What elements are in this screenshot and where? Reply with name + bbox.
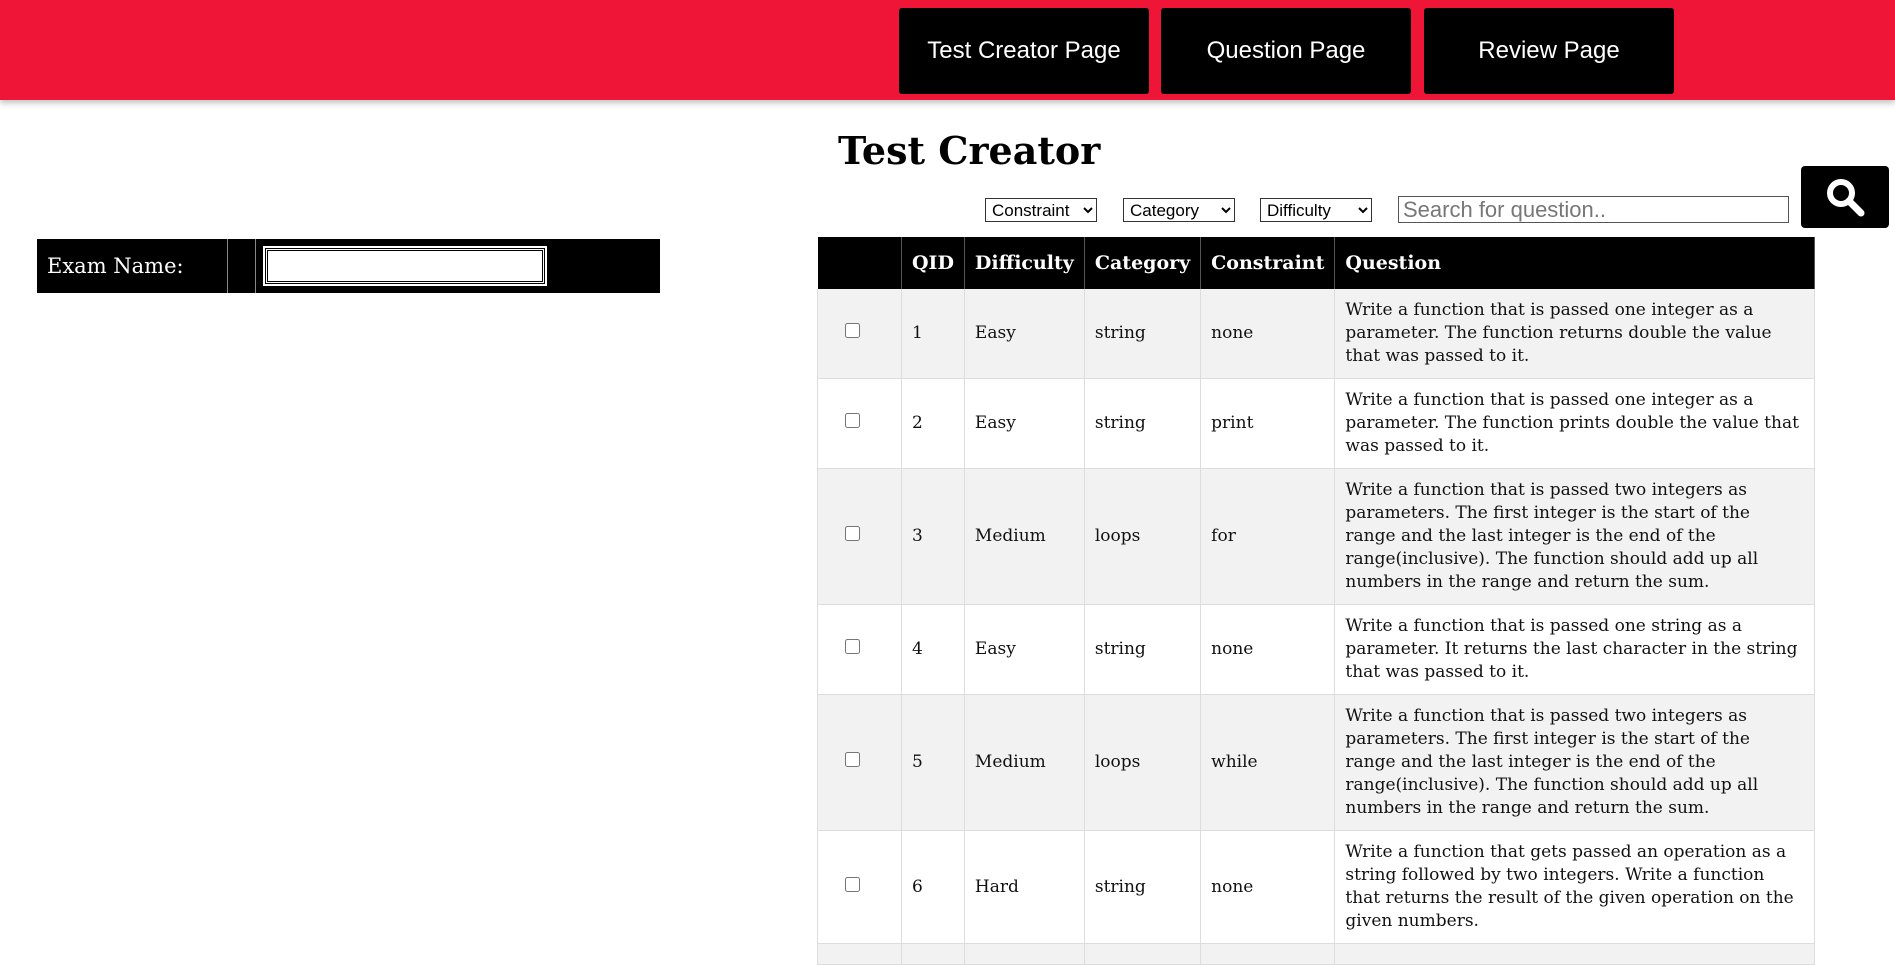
nav-review-page-button[interactable]: Review Page [1424,8,1674,94]
constraint-cell: none [1200,604,1336,695]
nav-question-page-button[interactable]: Question Page [1161,8,1411,94]
question-select-checkbox[interactable] [845,876,860,892]
question-select-checkbox[interactable] [845,752,860,767]
category-filter-select[interactable]: Category [1123,198,1235,222]
constraint-filter-select[interactable]: Constraint [985,198,1097,222]
nav-test-creator-button[interactable]: Test Creator Page [899,8,1149,94]
constraint-cell: none [1200,289,1336,379]
constraint-cell [1200,943,1336,965]
qid-cell: 2 [901,378,965,469]
question-select-checkbox[interactable] [845,639,860,654]
divider [255,239,256,293]
difficulty-cell: Easy [963,604,1085,695]
question-cell: Write a function that is passed one inte… [1334,378,1816,469]
question-cell: Write a function that is passed two inte… [1334,694,1816,831]
difficulty-cell: Easy [963,289,1085,379]
exam-name-bar: Exam Name: [37,239,660,293]
difficulty-cell: Easy [963,378,1085,469]
question-cell: Write a function that is passed one inte… [1334,289,1816,379]
constraint-cell: print [1200,378,1336,469]
question-select-checkbox[interactable] [845,526,860,541]
category-column-header[interactable]: Category [1084,237,1202,289]
table-row[interactable] [817,943,1816,965]
exam-name-input[interactable] [263,246,547,286]
category-cell: loops [1083,694,1202,831]
select-cell [817,604,902,695]
question-cell: Write a function that is passed one stri… [1334,604,1816,695]
select-cell [817,468,902,605]
table-row[interactable]: 1 Easy string none Write a function that… [817,289,1816,379]
table-row[interactable]: 2 Easy string print Write a function tha… [817,378,1816,469]
category-cell [1083,943,1202,965]
select-cell [817,830,902,944]
qid-cell: 5 [901,694,965,831]
qid-cell [901,943,965,965]
difficulty-cell: Medium [963,468,1085,605]
question-select-checkbox[interactable] [845,413,860,428]
table-row[interactable]: 6 Hard string none Write a function that… [817,830,1816,944]
qid-cell: 3 [901,468,965,605]
exam-name-label: Exam Name: [47,254,184,278]
search-icon [1827,179,1865,217]
select-cell [817,694,902,831]
category-cell: string [1083,289,1202,379]
table-header-row: QID Difficulty Category Constraint Quest… [817,237,1816,289]
question-select-checkbox[interactable] [845,323,860,338]
table-row[interactable]: 3 Medium loops for Write a function that… [817,468,1816,605]
category-cell: loops [1083,468,1202,605]
difficulty-cell: Hard [963,830,1085,944]
table-row[interactable]: 4 Easy string none Write a function that… [817,604,1816,695]
top-nav-bar: Test Creator Page Question Page Review P… [0,0,1895,100]
table-row[interactable]: 5 Medium loops while Write a function th… [817,694,1816,831]
difficulty-column-header[interactable]: Difficulty [964,237,1085,289]
difficulty-cell: Medium [963,694,1085,831]
question-cell [1334,943,1816,965]
category-cell: string [1083,830,1202,944]
difficulty-filter-select[interactable]: Difficulty [1260,198,1372,222]
divider [227,239,228,293]
select-column-header [817,237,902,289]
search-button[interactable] [1801,166,1889,228]
qid-cell: 6 [901,830,965,944]
qid-column-header[interactable]: QID [901,237,965,289]
category-cell: string [1083,378,1202,469]
question-search-input[interactable] [1398,196,1789,223]
difficulty-cell [963,943,1085,965]
qid-cell: 1 [901,289,965,379]
qid-cell: 4 [901,604,965,695]
question-column-header[interactable]: Question [1334,237,1816,289]
constraint-column-header[interactable]: Constraint [1200,237,1336,289]
question-cell: Write a function that is passed two inte… [1334,468,1816,605]
select-cell [817,289,902,379]
category-cell: string [1083,604,1202,695]
question-table: QID Difficulty Category Constraint Quest… [817,237,1816,965]
select-cell [817,943,902,965]
select-cell [817,378,902,469]
constraint-cell: for [1200,468,1336,605]
constraint-cell: none [1200,830,1336,944]
constraint-cell: while [1200,694,1336,831]
page-title: Test Creator [838,128,1101,173]
question-cell: Write a function that gets passed an ope… [1334,830,1816,944]
